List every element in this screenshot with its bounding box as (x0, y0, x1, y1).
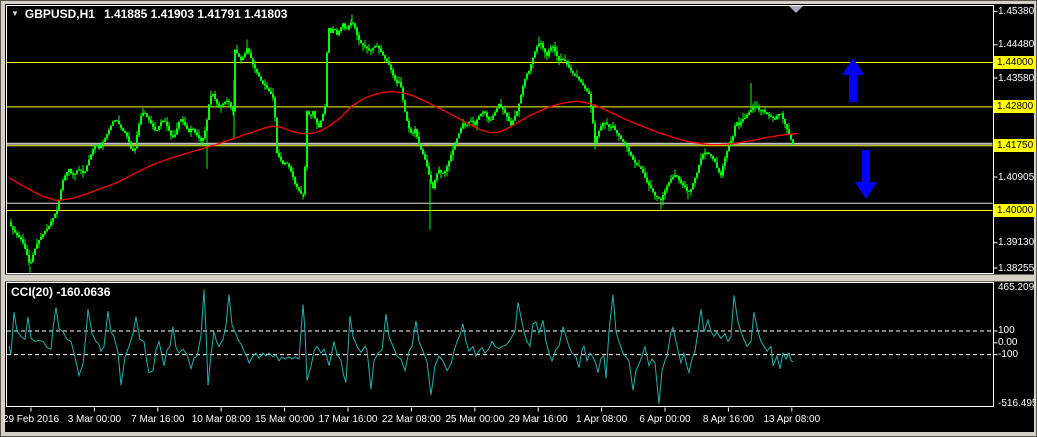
chart-header: ▼ GBPUSD,H1 1.41885 1.41903 1.41791 1.4180… (11, 7, 287, 21)
ohlc-quotes: 1.41885 1.41903 1.41791 1.41803 (103, 7, 288, 21)
symbol-dropdown-icon[interactable]: ▼ (11, 9, 19, 18)
indicator-label: CCI(20) -160.0636 (11, 285, 111, 299)
panel-splitter[interactable] (1, 273, 1036, 282)
symbol-timeframe-label: GBPUSD,H1 (24, 7, 95, 21)
price-axis[interactable] (994, 4, 1036, 407)
mt4-chart-window: ▼ GBPUSD,H1 1.41885 1.41903 1.41791 1.4180… (0, 0, 1037, 437)
time-axis[interactable] (5, 407, 994, 431)
